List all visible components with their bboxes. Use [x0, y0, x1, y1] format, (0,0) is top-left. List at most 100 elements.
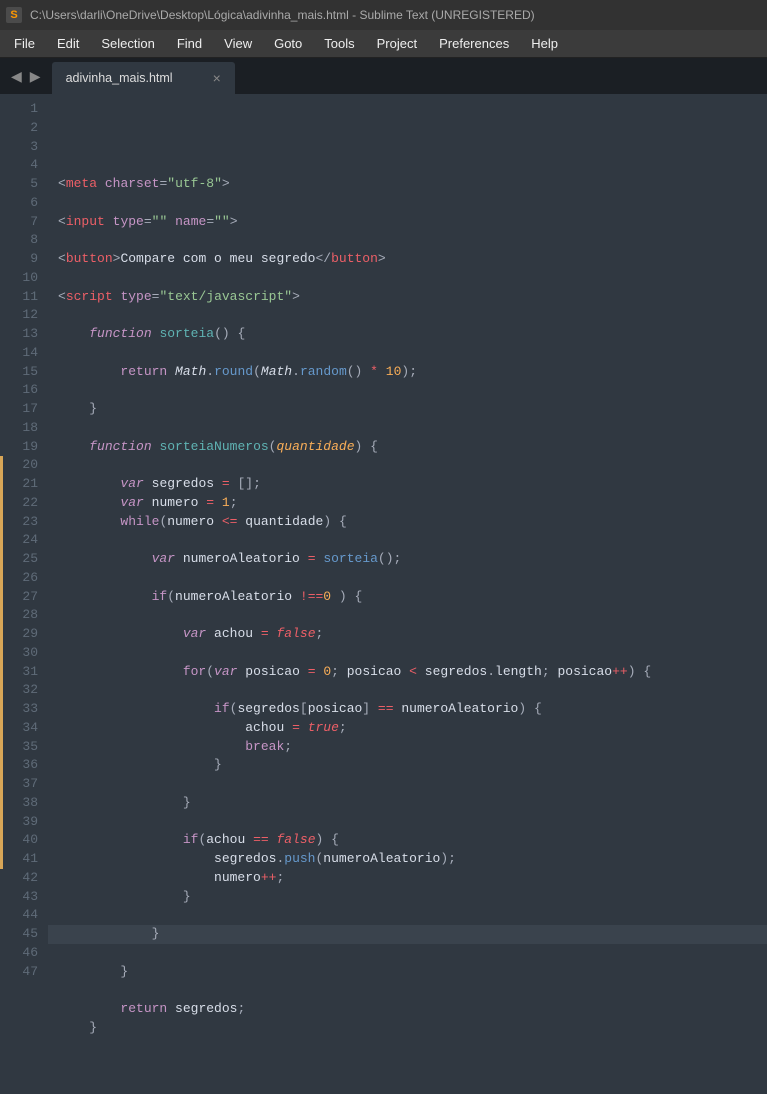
- code-line[interactable]: [58, 419, 767, 438]
- code-line[interactable]: var numeroAleatorio = sorteia();: [58, 550, 767, 569]
- modified-indicator: [0, 456, 3, 869]
- menu-preferences[interactable]: Preferences: [429, 32, 519, 55]
- line-number: 14: [0, 344, 38, 363]
- line-number: 24: [0, 531, 38, 550]
- code-line[interactable]: if(achou == false) {: [58, 831, 767, 850]
- line-number: 7: [0, 213, 38, 232]
- code-line[interactable]: function sorteia() {: [58, 325, 767, 344]
- code-line[interactable]: [58, 681, 767, 700]
- code-line[interactable]: while(numero <= quantidade) {: [58, 513, 767, 532]
- tab-bar: ◀ ▶ adivinha_mais.html ×: [0, 58, 767, 94]
- titlebar: S C:\Users\darli\OneDrive\Desktop\Lógica…: [0, 0, 767, 30]
- code-line[interactable]: achou = true;: [58, 719, 767, 738]
- line-number: 37: [0, 775, 38, 794]
- code-line[interactable]: [58, 269, 767, 288]
- menu-selection[interactable]: Selection: [91, 32, 164, 55]
- code-line[interactable]: [58, 456, 767, 475]
- menu-help[interactable]: Help: [521, 32, 568, 55]
- menu-find[interactable]: Find: [167, 32, 212, 55]
- code-line[interactable]: }: [58, 1019, 767, 1038]
- code-line[interactable]: }: [58, 400, 767, 419]
- menubar: File Edit Selection Find View Goto Tools…: [0, 30, 767, 58]
- code-line[interactable]: [58, 775, 767, 794]
- line-number: 33: [0, 700, 38, 719]
- menu-file[interactable]: File: [4, 32, 45, 55]
- tab-filename: adivinha_mais.html: [66, 71, 173, 85]
- line-number: 8: [0, 231, 38, 250]
- code-line[interactable]: [58, 231, 767, 250]
- code-area[interactable]: <meta charset="utf-8"> <input type="" na…: [48, 94, 767, 970]
- nav-forward-icon[interactable]: ▶: [27, 66, 44, 87]
- code-line[interactable]: if(segredos[posicao] == numeroAleatorio)…: [58, 700, 767, 719]
- line-number: 41: [0, 850, 38, 869]
- line-number: 3: [0, 138, 38, 157]
- menu-project[interactable]: Project: [367, 32, 427, 55]
- code-line[interactable]: [58, 906, 767, 925]
- line-number: 29: [0, 625, 38, 644]
- code-line[interactable]: }: [58, 888, 767, 907]
- code-line[interactable]: <button>Compare com o meu segredo</butto…: [58, 250, 767, 269]
- code-line[interactable]: [58, 531, 767, 550]
- line-number: 44: [0, 906, 38, 925]
- line-number: 26: [0, 569, 38, 588]
- line-number: 40: [0, 831, 38, 850]
- code-line[interactable]: [58, 194, 767, 213]
- code-line[interactable]: }: [58, 794, 767, 813]
- code-line[interactable]: segredos.push(numeroAleatorio);: [58, 850, 767, 869]
- menu-tools[interactable]: Tools: [314, 32, 364, 55]
- line-number: 28: [0, 606, 38, 625]
- editor[interactable]: 1234567891011121314151617181920212223242…: [0, 94, 767, 970]
- file-tab[interactable]: adivinha_mais.html ×: [52, 62, 235, 94]
- code-line[interactable]: [58, 569, 767, 588]
- line-number: 18: [0, 419, 38, 438]
- code-line[interactable]: var segredos = [];: [58, 475, 767, 494]
- code-line[interactable]: break;: [58, 738, 767, 757]
- code-line[interactable]: [58, 644, 767, 663]
- code-line[interactable]: var achou = false;: [58, 625, 767, 644]
- menu-view[interactable]: View: [214, 32, 262, 55]
- line-number: 43: [0, 888, 38, 907]
- code-line[interactable]: [58, 306, 767, 325]
- line-number: 20: [0, 456, 38, 475]
- code-line[interactable]: [58, 813, 767, 832]
- gutter: 1234567891011121314151617181920212223242…: [0, 94, 48, 970]
- line-number: 17: [0, 400, 38, 419]
- code-line[interactable]: <input type="" name="">: [58, 213, 767, 232]
- code-line[interactable]: for(var posicao = 0; posicao < segredos.…: [58, 663, 767, 682]
- code-line[interactable]: [58, 944, 767, 963]
- line-number: 23: [0, 513, 38, 532]
- menu-goto[interactable]: Goto: [264, 32, 312, 55]
- line-number: 11: [0, 288, 38, 307]
- code-line[interactable]: numero++;: [58, 869, 767, 888]
- code-line[interactable]: [58, 981, 767, 1000]
- code-line[interactable]: return Math.round(Math.random() * 10);: [58, 363, 767, 382]
- code-line[interactable]: }: [58, 756, 767, 775]
- code-line[interactable]: [58, 1038, 767, 1057]
- line-number: 35: [0, 738, 38, 757]
- code-line[interactable]: }: [58, 963, 767, 982]
- line-number: 12: [0, 306, 38, 325]
- code-line[interactable]: if(numeroAleatorio !==0 ) {: [58, 588, 767, 607]
- code-line[interactable]: }: [58, 925, 767, 944]
- code-line[interactable]: [58, 344, 767, 363]
- code-line[interactable]: var numero = 1;: [58, 494, 767, 513]
- code-line[interactable]: [58, 381, 767, 400]
- line-number: 2: [0, 119, 38, 138]
- code-line[interactable]: <script type="text/javascript">: [58, 288, 767, 307]
- app-icon-letter: S: [10, 10, 17, 21]
- line-number: 1: [0, 100, 38, 119]
- app-icon: S: [6, 7, 22, 23]
- line-number: 4: [0, 156, 38, 175]
- code-line[interactable]: function sorteiaNumeros(quantidade) {: [58, 438, 767, 457]
- code-line[interactable]: return segredos;: [58, 1000, 767, 1019]
- line-number: 39: [0, 813, 38, 832]
- nav-back-icon[interactable]: ◀: [8, 66, 25, 87]
- code-line[interactable]: <meta charset="utf-8">: [58, 175, 767, 194]
- close-icon[interactable]: ×: [213, 70, 221, 86]
- nav-arrows: ◀ ▶: [0, 66, 52, 87]
- menu-edit[interactable]: Edit: [47, 32, 89, 55]
- line-number: 32: [0, 681, 38, 700]
- line-number: 30: [0, 644, 38, 663]
- line-number: 31: [0, 663, 38, 682]
- code-line[interactable]: [58, 606, 767, 625]
